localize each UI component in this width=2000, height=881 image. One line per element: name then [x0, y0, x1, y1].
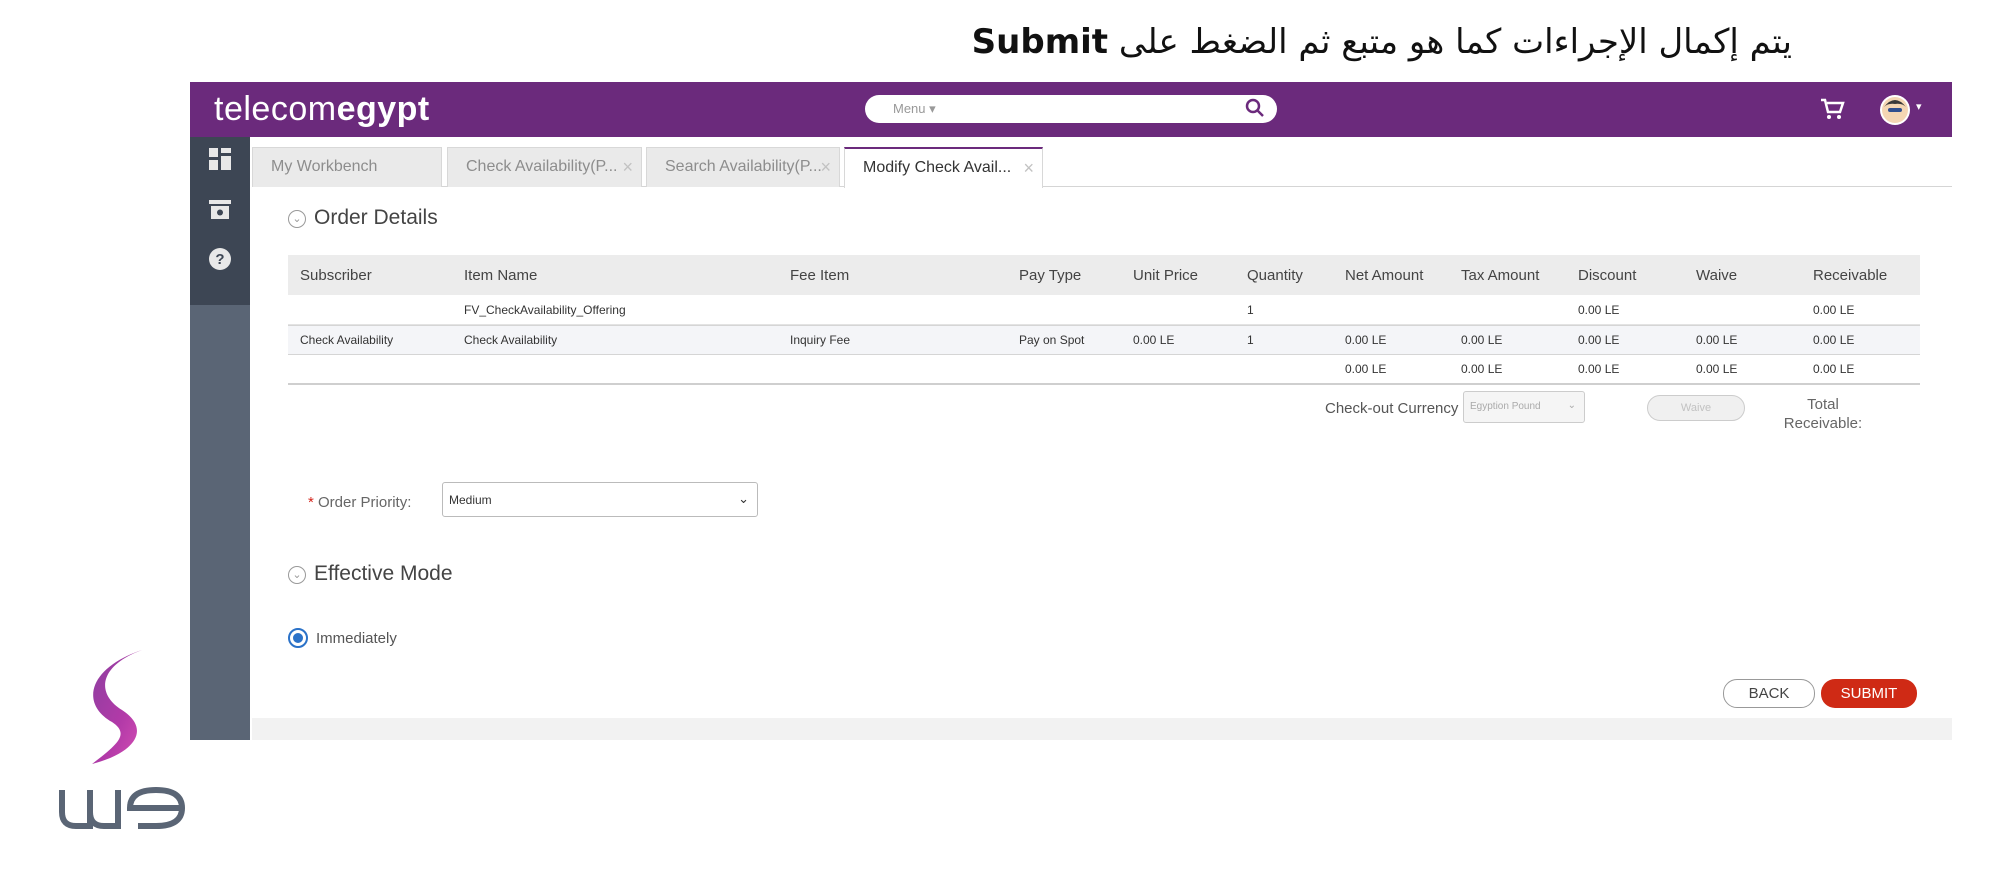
- back-button[interactable]: BACK: [1723, 679, 1815, 708]
- order-details-header[interactable]: ⌄ Order Details: [288, 206, 438, 230]
- svg-text:?: ?: [215, 251, 224, 268]
- tab-bar: My Workbench Check Availability(P... × Se…: [252, 147, 1952, 188]
- tab-my-workbench[interactable]: My Workbench: [252, 147, 442, 187]
- table-cell: 0.00 LE: [1461, 362, 1503, 376]
- submit-button[interactable]: SUBMIT: [1821, 679, 1917, 708]
- table-cell: 0.00 LE: [1345, 362, 1387, 376]
- table-cell: 0.00 LE: [1813, 302, 1855, 317]
- close-icon[interactable]: ×: [1023, 158, 1034, 179]
- table-cell: 0.00 LE: [1133, 333, 1175, 347]
- instruction-text: يتم إكمال الإجراءات كما هو متبع ثم الضغط…: [900, 22, 1792, 62]
- immediately-radio-label[interactable]: Immediately: [316, 630, 397, 647]
- instruction-arabic: يتم إكمال الإجراءات كما هو متبع ثم الضغط…: [1118, 22, 1792, 62]
- column-header: Unit Price: [1133, 266, 1199, 284]
- effective-mode-title: Effective Mode: [314, 562, 453, 585]
- close-icon[interactable]: ×: [820, 157, 831, 178]
- top-bar: telecomegypt Menu ▾ ▾: [190, 82, 1952, 137]
- column-header: Receivable: [1813, 266, 1888, 284]
- table-cell: 0.00 LE: [1578, 333, 1620, 347]
- archive-box-icon[interactable]: [208, 197, 232, 221]
- column-header: Pay Type: [1019, 266, 1082, 284]
- table-cell: Check Availability: [300, 333, 394, 347]
- checkout-currency-value: Egyption Pound: [1470, 401, 1541, 412]
- sidebar-icon-block: ?: [190, 137, 250, 305]
- column-header: Subscriber: [300, 266, 372, 284]
- logo-telecom: telecom: [214, 90, 337, 128]
- table-cell: 0.00 LE: [1578, 302, 1620, 317]
- search-icon[interactable]: [1245, 98, 1265, 118]
- immediately-radio[interactable]: [288, 628, 308, 648]
- table-cell: FV_CheckAvailability_Offering: [464, 302, 626, 317]
- order-priority-value: Medium: [449, 493, 492, 507]
- cart-icon[interactable]: [1818, 95, 1846, 123]
- order-details-title: Order Details: [314, 206, 438, 229]
- tab-check-availability[interactable]: Check Availability(P... ×: [447, 147, 642, 187]
- total-receivable-label: Total Receivable:: [1783, 395, 1863, 433]
- table-cell: 0.00 LE: [1813, 333, 1855, 347]
- column-header: Fee Item: [790, 266, 850, 284]
- effective-mode-header[interactable]: ⌄ Effective Mode: [288, 562, 453, 586]
- column-header: Net Amount: [1345, 266, 1424, 284]
- column-header: Discount: [1578, 266, 1637, 284]
- menu-search-bar[interactable]: Menu ▾: [865, 95, 1277, 123]
- column-header: Quantity: [1247, 266, 1303, 284]
- column-header: Waive: [1696, 266, 1738, 284]
- tab-label: My Workbench: [271, 158, 378, 175]
- collapse-chevron-icon[interactable]: ⌄: [288, 566, 306, 584]
- order-details-table: Subscriber Item Name Fee Item Pay Type U…: [288, 255, 1920, 385]
- tab-search-availability[interactable]: Search Availability(P... ×: [646, 147, 840, 187]
- user-avatar[interactable]: [1880, 95, 1910, 125]
- chevron-down-icon: ⌄: [1567, 400, 1576, 411]
- table-cell: 1: [1247, 333, 1254, 347]
- waive-button[interactable]: Waive: [1647, 395, 1745, 421]
- help-icon[interactable]: ?: [208, 247, 232, 271]
- table-cell: Pay on Spot: [1019, 333, 1085, 347]
- order-priority-label: * Order Priority:: [308, 494, 411, 511]
- menu-dropdown-label[interactable]: Menu ▾: [893, 101, 936, 117]
- checkout-currency-select[interactable]: Egyption Pound ⌄: [1463, 391, 1585, 423]
- table-row[interactable]: Check Availability Check Availability In…: [288, 325, 1920, 355]
- tab-modify-check-availability[interactable]: Modify Check Avail... ×: [844, 147, 1043, 188]
- checkout-currency-label: Check-out Currency :: [1325, 400, 1467, 417]
- logo-egypt: egypt: [336, 90, 430, 128]
- dashboard-icon[interactable]: [208, 147, 232, 171]
- telecomegypt-logo: telecomegypt: [214, 90, 430, 129]
- table-cell: 0.00 LE: [1696, 333, 1738, 347]
- instruction-submit-word: Submit: [971, 22, 1109, 62]
- close-icon[interactable]: ×: [622, 157, 633, 178]
- tab-label: Modify Check Avail...: [863, 159, 1012, 176]
- table-cell: Inquiry Fee: [790, 333, 851, 347]
- column-header: Tax Amount: [1461, 266, 1540, 284]
- left-sidebar: ?: [190, 137, 250, 740]
- tab-label: Search Availability(P...: [665, 158, 822, 175]
- column-header: Item Name: [464, 266, 538, 284]
- chevron-down-icon: ⌄: [738, 491, 749, 506]
- table-row[interactable]: FV_CheckAvailability_Offering 1 0.00 LE …: [288, 295, 1920, 325]
- table-cell: 0.00 LE: [1345, 333, 1387, 347]
- table-header-row: Subscriber Item Name Fee Item Pay Type U…: [288, 255, 1920, 295]
- tab-label: Check Availability(P...: [466, 158, 618, 175]
- collapse-chevron-icon[interactable]: ⌄: [288, 210, 306, 228]
- order-priority-text: Order Priority:: [318, 494, 412, 511]
- user-face-icon: [1882, 97, 1908, 123]
- user-menu-chevron-icon[interactable]: ▾: [1916, 100, 1922, 113]
- table-cell: 0.00 LE: [1813, 362, 1855, 376]
- total-receivable-line1: Total: [1807, 396, 1839, 413]
- table-cell: 1: [1247, 302, 1254, 317]
- table-cell: 0.00 LE: [1578, 362, 1620, 376]
- required-mark: *: [308, 494, 314, 511]
- table-total-row: 0.00 LE 0.00 LE 0.00 LE 0.00 LE 0.00 LE: [288, 355, 1920, 385]
- table-cell: 0.00 LE: [1696, 362, 1738, 376]
- we-logo: [59, 650, 186, 829]
- table-cell: Check Availability: [464, 333, 558, 347]
- total-receivable-line2: Receivable:: [1783, 415, 1863, 432]
- table-cell: 0.00 LE: [1461, 333, 1503, 347]
- footer-strip: [252, 718, 1952, 740]
- order-priority-select[interactable]: Medium ⌄: [442, 482, 758, 517]
- crm-app-window: telecomegypt Menu ▾ ▾ ? My Workbench Che…: [190, 82, 1952, 740]
